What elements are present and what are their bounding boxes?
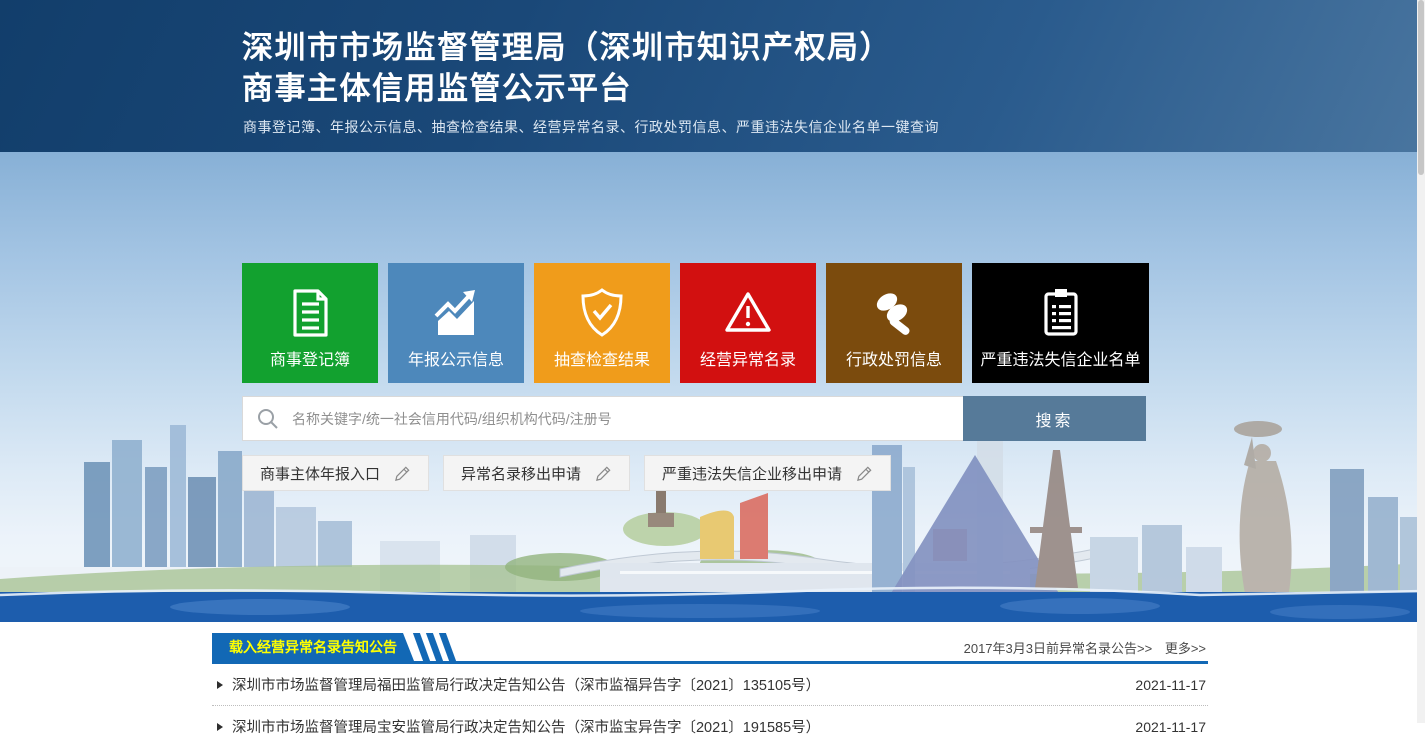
tile-label: 行政处罚信息	[826, 346, 962, 370]
pencil-icon	[394, 465, 411, 482]
gavel-icon	[826, 275, 962, 351]
tile-inspection-results[interactable]: 抽查检查结果	[534, 263, 670, 383]
site-title-line2: 商事主体信用监管公示平台	[242, 63, 632, 108]
announcement-list: 深圳市市场监督管理局福田监管局行政决定告知公告（深市监福异告字〔2021〕135…	[212, 664, 1208, 747]
pencil-icon	[856, 465, 873, 482]
annual-report-chart-icon	[388, 275, 524, 351]
tile-administrative-penalty[interactable]: 行政处罚信息	[826, 263, 962, 383]
bullet-arrow-icon	[217, 723, 223, 731]
tile-annual-report[interactable]: 年报公示信息	[388, 263, 524, 383]
announcement-section: 载入经营异常名录告知公告 2017年3月3日前异常名录公告>> 更多>> 深圳市…	[212, 633, 1208, 747]
tile-business-register[interactable]: 商事登记簿	[242, 263, 378, 383]
clipboard-list-icon	[972, 275, 1149, 351]
quick-link-label: 异常名录移出申请	[461, 463, 581, 484]
tile-abnormal-operations[interactable]: 经营异常名录	[680, 263, 816, 383]
pre-2017-list-link[interactable]: 2017年3月3日前异常名录公告>>	[964, 641, 1153, 656]
category-tiles: 商事登记簿 年报公示信息 抽查检查结果 经营异	[242, 263, 1149, 383]
warning-triangle-icon	[680, 275, 816, 351]
hero-background	[0, 152, 1425, 622]
site-banner: 深圳市市场监督管理局（深圳市知识产权局） 商事主体信用监管公示平台 商事登记簿、…	[0, 0, 1425, 152]
search-icon	[256, 407, 280, 431]
serious-violation-removal-button[interactable]: 严重违法失信企业移出申请	[644, 455, 891, 491]
search-input[interactable]	[290, 398, 963, 440]
annual-report-entry-button[interactable]: 商事主体年报入口	[242, 455, 429, 491]
pencil-icon	[595, 465, 612, 482]
announcement-badge: 载入经营异常名录告知公告	[212, 633, 414, 661]
announcement-title-link[interactable]: 深圳市市场监督管理局宝安监管局行政决定告知公告（深市监宝异告字〔2021〕191…	[232, 716, 1135, 737]
tile-label: 抽查检查结果	[534, 346, 670, 370]
tile-label: 年报公示信息	[388, 346, 524, 370]
tile-label: 经营异常名录	[680, 346, 816, 370]
tile-label: 严重违法失信企业名单	[972, 346, 1149, 370]
scrollbar-thumb[interactable]	[1418, 0, 1424, 175]
quick-links: 商事主体年报入口 异常名录移出申请 严重违法失信企业移出申请	[242, 455, 891, 491]
site-subtitle: 商事登记簿、年报公示信息、抽查检查结果、经营异常名录、行政处罚信息、严重违法失信…	[243, 117, 939, 137]
list-item: 深圳市市场监督管理局福田监管局行政决定告知公告（深市监福异告字〔2021〕135…	[212, 664, 1208, 706]
bullet-arrow-icon	[217, 681, 223, 689]
search-bar: 搜索	[242, 396, 1146, 441]
tile-serious-violation-list[interactable]: 严重违法失信企业名单	[972, 263, 1149, 383]
abnormal-list-removal-button[interactable]: 异常名录移出申请	[443, 455, 630, 491]
announcement-header: 载入经营异常名录告知公告 2017年3月3日前异常名录公告>> 更多>>	[212, 633, 1208, 664]
more-link[interactable]: 更多>>	[1165, 641, 1206, 656]
search-input-wrap	[242, 396, 963, 441]
scrollbar-track[interactable]	[1417, 0, 1425, 723]
search-button[interactable]: 搜索	[963, 396, 1146, 441]
announcement-date: 2021-11-17	[1135, 719, 1206, 735]
tile-label: 商事登记簿	[242, 346, 378, 370]
register-book-icon	[242, 275, 378, 351]
list-item: 深圳市市场监督管理局宝安监管局行政决定告知公告（深市监宝异告字〔2021〕191…	[212, 706, 1208, 747]
announcement-links: 2017年3月3日前异常名录公告>> 更多>>	[964, 638, 1206, 657]
shield-check-icon	[534, 275, 670, 351]
quick-link-label: 严重违法失信企业移出申请	[662, 463, 842, 484]
badge-stripes-decoration	[418, 633, 451, 661]
announcement-date: 2021-11-17	[1135, 677, 1206, 693]
announcement-title-link[interactable]: 深圳市市场监督管理局福田监管局行政决定告知公告（深市监福异告字〔2021〕135…	[232, 674, 1135, 695]
site-title-line1: 深圳市市场监督管理局（深圳市知识产权局）	[242, 22, 892, 67]
quick-link-label: 商事主体年报入口	[260, 463, 380, 484]
